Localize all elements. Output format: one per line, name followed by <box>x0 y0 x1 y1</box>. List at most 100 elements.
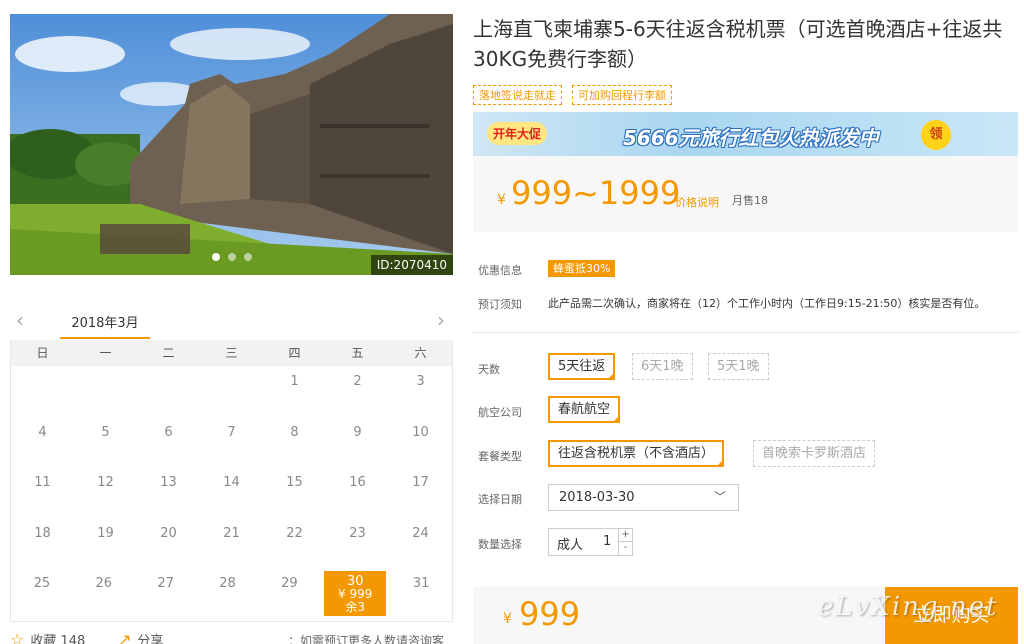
option-days-6-1night[interactable]: 6天1晚 <box>632 353 693 380</box>
calendar-day[interactable]: 6 <box>137 417 200 468</box>
option-package-hotel[interactable]: 首晚索卡罗斯酒店 <box>753 440 876 467</box>
consult-note: ：如需预订更多人数请咨询客服 <box>288 634 445 644</box>
calendar-day[interactable]: 3 <box>389 366 452 417</box>
buy-price: 999 <box>519 595 581 633</box>
sale-badge: 开年大促 <box>487 122 548 145</box>
product-tag: 落地签说走就走 <box>473 85 562 105</box>
share-label: 分享 <box>137 634 164 644</box>
calendar-day[interactable]: 25 <box>11 568 73 619</box>
carousel-dot[interactable] <box>227 253 236 261</box>
calendar-day[interactable]: 4 <box>11 417 74 468</box>
calendar-day[interactable]: 9 <box>326 417 389 468</box>
notice-label: 预订须知 <box>478 298 522 311</box>
weekday-label: 六 <box>414 346 427 360</box>
calendar-day[interactable]: 24 <box>389 518 452 569</box>
date-label: 选择日期 <box>478 493 522 506</box>
calendar-day[interactable]: 16 <box>326 467 389 518</box>
banner-text: 5666元旅行红包火热派发中 <box>623 126 879 150</box>
calendar-day[interactable]: 2 <box>326 366 389 417</box>
calendar-day[interactable]: 22 <box>263 518 326 569</box>
calendar-week-row: 11 12 13 14 15 16 17 <box>11 467 452 518</box>
package-label: 套餐类型 <box>478 450 522 463</box>
calendar-week-row: 18 19 20 21 22 23 24 <box>11 518 452 569</box>
calendar-day[interactable]: 29 <box>258 568 320 619</box>
promo-banner[interactable]: 开年大促 5666元旅行红包火热派发中 领 <box>473 112 1018 156</box>
weekday-label: 四 <box>288 346 301 360</box>
calendar-week-row: 4 5 6 7 8 9 10 <box>11 417 452 468</box>
option-days-5-roundtrip[interactable]: 5天往返 <box>548 353 616 380</box>
share-button[interactable]: ↗ 分享 <box>118 630 163 644</box>
calendar-day[interactable]: 18 <box>11 518 74 569</box>
carousel-dot[interactable] <box>211 253 220 261</box>
calendar-day[interactable]: 7 <box>200 417 263 468</box>
divider <box>473 332 1018 333</box>
weekday-row: 日 一 二 三 四 五 六 <box>11 340 452 366</box>
calendar-day[interactable]: 26 <box>73 568 135 619</box>
calendar-empty <box>200 366 263 417</box>
calendar-day[interactable]: 23 <box>326 518 389 569</box>
weekday-label: 一 <box>99 346 112 360</box>
date-select[interactable]: 2018-03-30 ﹀ <box>548 484 739 511</box>
option-airline[interactable]: 春航航空 <box>548 396 621 423</box>
qty-type: 成人 <box>557 538 584 553</box>
calendar-week-row: 123 <box>11 366 452 417</box>
calendar-day[interactable]: 8 <box>263 417 326 468</box>
next-month-icon[interactable]: › <box>437 308 445 332</box>
calendar-empty <box>74 366 137 417</box>
calendar-day[interactable]: 10 <box>389 417 452 468</box>
promo-badge: 蜂蜜抵30% <box>548 260 616 277</box>
calendar-day[interactable]: 12 <box>74 467 137 518</box>
calendar-day[interactable]: 11 <box>11 467 74 518</box>
calendar-day[interactable]: 20 <box>137 518 200 569</box>
claim-button[interactable]: 领 <box>921 120 951 150</box>
carousel-dot[interactable] <box>243 253 252 261</box>
calendar-empty <box>137 366 200 417</box>
price-range: 999~1999 <box>511 174 681 212</box>
calendar-day-selected[interactable]: 30 ¥ 999 余3 <box>324 571 387 616</box>
notice-text: 此产品需二次确认，商家将在（12）个工作小时内（工作日9:15-21:50）核实… <box>548 297 986 310</box>
option-days-5-1night[interactable]: 5天1晚 <box>708 353 769 380</box>
calendar-day[interactable]: 5 <box>74 417 137 468</box>
buy-currency: ¥ <box>503 611 512 627</box>
share-icon: ↗ <box>118 630 132 644</box>
price-explain-link[interactable]: 价格说明 <box>675 194 719 210</box>
calendar-day[interactable]: 14 <box>200 467 263 518</box>
action-bar: ☆ 收藏 148 ↗ 分享 ：如需预订更多人数请咨询客服 <box>10 630 453 644</box>
temple-photo <box>10 14 453 275</box>
price-box: ¥ 999~1999 价格说明 月售18 <box>473 156 1018 232</box>
promo-label: 优惠信息 <box>478 264 522 277</box>
product-image[interactable]: ID:2070410 <box>10 14 453 275</box>
promo-value: 蜂蜜抵30% <box>548 260 616 277</box>
prev-month-icon[interactable]: ‹ <box>16 308 24 332</box>
calendar-day[interactable]: 13 <box>137 467 200 518</box>
calendar-days: 1 2 3 4 5 6 7 8 9 10 11 12 13 14 15 16 17 18 19 20 21 22 23 24 2… <box>11 366 452 619</box>
chevron-down-icon: ﹀ <box>713 490 726 504</box>
qty-plus-button[interactable]: + <box>618 529 632 542</box>
favorite-label: 收藏 148 <box>30 634 86 644</box>
favorite-button[interactable]: ☆ 收藏 148 <box>10 630 85 644</box>
airline-label: 航空公司 <box>478 406 522 419</box>
calendar-day[interactable]: 15 <box>263 467 326 518</box>
calendar-day[interactable]: 17 <box>389 467 452 518</box>
calendar-day[interactable]: 31 <box>390 568 452 619</box>
option-package-flight-only[interactable]: 往返含税机票（不含酒店） <box>548 440 725 467</box>
month-underline <box>60 337 150 339</box>
qty-minus-button[interactable]: - <box>618 542 632 555</box>
quantity-stepper[interactable]: 成人 1 + - <box>548 528 633 556</box>
calendar-day[interactable]: 28 <box>197 568 259 619</box>
calendar-day[interactable]: 1 <box>263 366 326 417</box>
weekday-label: 日 <box>36 346 49 360</box>
weekday-label: 三 <box>225 346 238 360</box>
calendar-day[interactable]: 21 <box>200 518 263 569</box>
weekday-label: 二 <box>162 346 175 360</box>
calendar-day[interactable]: 19 <box>74 518 137 569</box>
qty-label: 数量选择 <box>478 538 522 551</box>
calendar-day[interactable]: 27 <box>135 568 197 619</box>
product-tags: 落地签说走就走 可加购回程行李额 <box>473 85 672 105</box>
product-title: 上海直飞柬埔寨5-6天往返含税机票（可选首晚酒店+往返共30KG免费行李额） <box>473 17 1003 71</box>
calendar-header: ‹ 2018年3月 › <box>10 300 453 340</box>
star-icon: ☆ <box>10 630 25 644</box>
weekday-label: 五 <box>351 346 364 360</box>
qty-value[interactable]: 1 <box>603 534 611 549</box>
calendar-month[interactable]: 2018年3月 <box>60 312 150 331</box>
